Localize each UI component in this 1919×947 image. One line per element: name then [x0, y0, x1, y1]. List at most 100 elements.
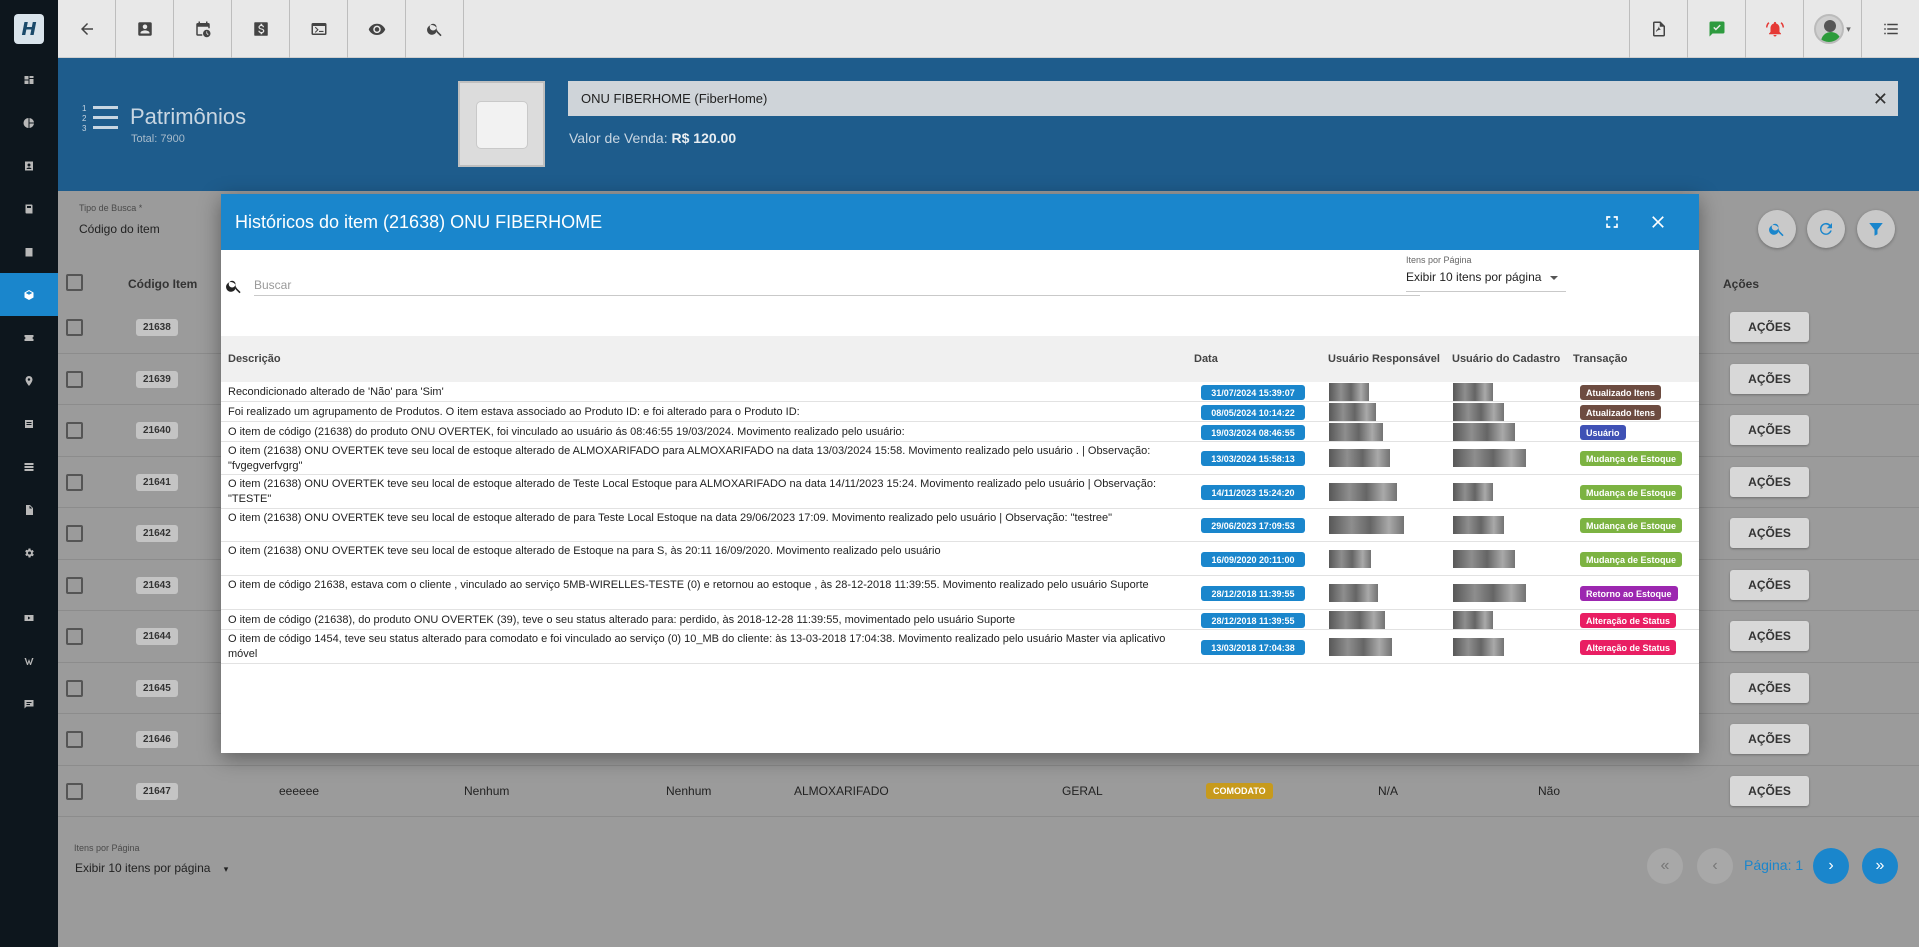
product-name: ONU FIBERHOME (FiberHome): [581, 91, 768, 106]
history-date: 28/12/2018 11:39:55: [1201, 586, 1305, 601]
schedule-button[interactable]: [174, 0, 232, 58]
sidebar-item-wordpress[interactable]: [0, 639, 58, 682]
sidebar-item-pie-chart[interactable]: [0, 101, 58, 144]
fullscreen-icon[interactable]: [1602, 212, 1622, 232]
search-type-select[interactable]: Código do item: [79, 222, 160, 236]
sidebar-item-book[interactable]: [0, 187, 58, 230]
pdf-button[interactable]: [1629, 0, 1687, 58]
sidebar-item-dashboard[interactable]: [0, 58, 58, 101]
contacts-icon: [25, 161, 33, 170]
search-button[interactable]: [406, 0, 464, 58]
finance-button[interactable]: [232, 0, 290, 58]
actions-button[interactable]: AÇÕES: [1730, 724, 1809, 754]
row-checkbox[interactable]: [66, 628, 83, 645]
sidebar-item-contacts[interactable]: [0, 144, 58, 187]
prev-page-button[interactable]: ‹: [1697, 848, 1733, 884]
actions-label: AÇÕES: [1748, 732, 1791, 746]
chevron-right-icon: ›: [1828, 857, 1834, 874]
row-checkbox[interactable]: [66, 525, 83, 542]
terminal-button[interactable]: [290, 0, 348, 58]
contacts-button[interactable]: [116, 0, 174, 58]
redacted-user-created: [1453, 403, 1504, 421]
select-all-checkbox[interactable]: [66, 274, 83, 291]
actions-label: AÇÕES: [1748, 423, 1791, 437]
item-field-2: Nenhum: [666, 783, 712, 798]
history-date: 16/09/2020 20:11:00: [1201, 552, 1305, 567]
row-checkbox[interactable]: [66, 782, 83, 800]
double-chevron-right-icon: »: [1875, 857, 1885, 874]
user-menu-button[interactable]: ▾: [1803, 0, 1861, 58]
col-usuario-responsavel: Usuário Responsável: [1328, 353, 1440, 365]
history-row: O item (21638) ONU OVERTEK teve seu loca…: [221, 542, 1699, 576]
history-description: O item (21638) ONU OVERTEK teve seu loca…: [228, 512, 1113, 524]
product-field[interactable]: ONU FIBERHOME (FiberHome) ✕: [568, 81, 1898, 116]
next-page-button[interactable]: ›: [1813, 848, 1849, 884]
row-checkbox[interactable]: [66, 576, 83, 594]
actions-button[interactable]: AÇÕES: [1730, 569, 1809, 600]
sidebar-item-calendar[interactable]: [0, 230, 58, 273]
search-submit-button[interactable]: [1758, 210, 1796, 248]
row-checkbox[interactable]: [66, 731, 83, 748]
row-checkbox[interactable]: [66, 473, 83, 491]
actions-button[interactable]: AÇÕES: [1730, 312, 1809, 342]
item-code: 21641: [136, 473, 178, 491]
refresh-button[interactable]: [1807, 210, 1845, 248]
table-row[interactable]: 21647 eeeeee Nenhum Nenhum ALMOXARIFADO GERAL…: [58, 766, 1919, 817]
history-description: Foi realizado um agrupamento de Produtos…: [228, 406, 800, 418]
sidebar-item-ticket[interactable]: [0, 316, 58, 359]
history-description: Recondicionado alterado de 'Não' para 'S…: [228, 386, 444, 398]
redacted-user-responsible: [1329, 516, 1404, 534]
actions-button[interactable]: AÇÕES: [1730, 775, 1809, 806]
contact-card-icon: [137, 22, 152, 36]
sidebar-item-server[interactable]: [0, 445, 58, 488]
chevron-left-icon: ‹: [1712, 857, 1718, 874]
menu-icon: [1883, 23, 1898, 35]
list-icon: [25, 419, 33, 428]
actions-button[interactable]: AÇÕES: [1730, 672, 1809, 703]
actions-button[interactable]: AÇÕES: [1730, 466, 1809, 497]
modal-ipp-select[interactable]: Exibir 10 itens por página: [1406, 270, 1566, 292]
close-icon[interactable]: [1648, 212, 1668, 232]
filter-button[interactable]: [1857, 210, 1895, 248]
history-description: O item de código 1454, teve seu status a…: [228, 633, 1166, 660]
sidebar-item-list[interactable]: [0, 402, 58, 445]
modal-search-input[interactable]: [254, 274, 1420, 296]
page-title: Patrimônios: [130, 104, 247, 129]
tasks-button[interactable]: [1687, 0, 1745, 58]
items-per-page-select[interactable]: Exibir 10 itens por página ▾: [75, 861, 228, 875]
last-page-button[interactable]: »: [1862, 848, 1898, 884]
chevron-down-icon: ▾: [1846, 23, 1851, 34]
actions-button[interactable]: AÇÕES: [1730, 363, 1809, 394]
close-icon[interactable]: ✕: [1873, 89, 1888, 110]
row-checkbox[interactable]: [66, 679, 83, 697]
sidebar-item-document[interactable]: [0, 488, 58, 531]
sidebar-item-video[interactable]: [0, 596, 58, 639]
actions-button[interactable]: AÇÕES: [1730, 415, 1809, 445]
row-checkbox[interactable]: [66, 370, 83, 388]
main-menu-button[interactable]: [1861, 0, 1919, 58]
item-type: GERAL: [1062, 783, 1103, 798]
col-descricao: Descrição: [228, 353, 281, 365]
sidebar-item-package[interactable]: [0, 273, 58, 316]
page-header: 123 Patrimônios Total: 7900 ONU FIBERHOM…: [58, 58, 1919, 191]
actions-label: AÇÕES: [1748, 783, 1791, 798]
redacted-user-responsible: [1329, 611, 1385, 629]
sidebar-item-chat[interactable]: [0, 682, 58, 725]
view-button[interactable]: [348, 0, 406, 58]
double-chevron-left-icon: «: [1660, 857, 1670, 874]
back-button[interactable]: [58, 0, 116, 58]
app-logo[interactable]: H: [0, 0, 58, 58]
history-date: 08/05/2024 10:14:22: [1201, 405, 1305, 420]
sidebar-item-settings[interactable]: [0, 531, 58, 574]
alerts-button[interactable]: [1745, 0, 1803, 58]
first-page-button[interactable]: «: [1647, 848, 1683, 884]
item-field-1: Nenhum: [464, 783, 510, 798]
sidebar: H: [0, 0, 58, 947]
sidebar-item-map-pin[interactable]: [0, 359, 58, 402]
actions-button[interactable]: AÇÕES: [1730, 518, 1809, 548]
row-checkbox[interactable]: [66, 422, 83, 439]
actions-button[interactable]: AÇÕES: [1730, 621, 1809, 651]
actions-label: AÇÕES: [1748, 526, 1791, 540]
row-checkbox[interactable]: [66, 319, 83, 336]
history-row: O item de código (21638) do produto ONU …: [221, 422, 1699, 442]
